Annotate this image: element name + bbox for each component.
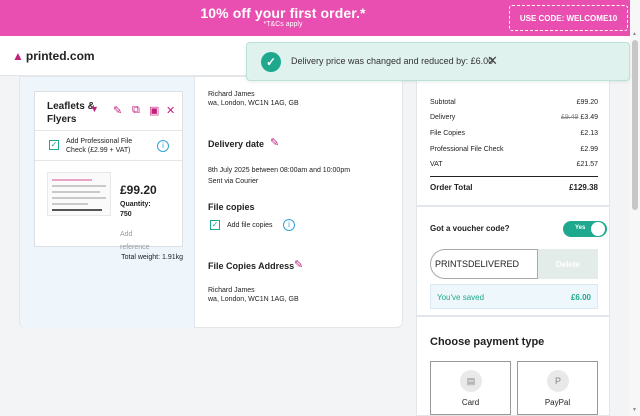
chevron-down-icon[interactable]: ▼: [90, 104, 99, 114]
info-icon[interactable]: i: [283, 219, 295, 231]
payment-option-paypal[interactable]: P PayPal: [517, 361, 598, 415]
summary-row: VAT £21.57: [430, 161, 598, 168]
summary-row: Delivery £9.49 £3.49: [430, 114, 598, 121]
divider: [35, 130, 182, 131]
check-circle-icon: ✓: [261, 52, 281, 72]
product-price: £99.20: [120, 183, 157, 197]
edit-delivery-date-icon[interactable]: ✎: [270, 136, 279, 149]
basket-items-column: Leaflets & Flyers ▼ ✎ ⧉ ▣ ✕ ✓ Add Profes…: [20, 77, 195, 328]
add-reference-link[interactable]: Add reference: [120, 228, 160, 254]
toggle-label: Yes: [575, 225, 586, 231]
savings-bar: You've saved £6.00: [430, 284, 598, 309]
page-scrollbar[interactable]: ▲ ▼: [630, 0, 640, 416]
promo-title: 10% off your first order.*: [200, 5, 366, 21]
recipient-address: wa, London, WC1N 1AG, GB: [208, 100, 299, 107]
card-icon: ▤: [460, 370, 482, 392]
quantity-label: Quantity:: [120, 201, 151, 208]
file-copies-address-heading: File Copies Address: [208, 261, 295, 271]
file-copies-checkbox[interactable]: ✓: [210, 220, 220, 230]
product-name: Leaflets & Flyers: [47, 101, 95, 125]
order-summary: Subtotal £99.20 Delivery £9.49 £3.49 File…: [416, 76, 610, 206]
scrollbar-thumb[interactable]: [632, 40, 638, 210]
file-copies-name: Richard James: [208, 287, 255, 294]
logo-text: printed.com: [25, 49, 95, 63]
payment-option-card[interactable]: ▤ Card: [430, 361, 511, 415]
divider: [430, 176, 598, 177]
payment-section: Choose payment type ▤ Card P PayPal: [416, 316, 610, 416]
save-icon[interactable]: ▣: [149, 104, 159, 117]
voucher-title: Got a voucher code?: [430, 224, 510, 233]
payment-option-label: PayPal: [544, 398, 571, 407]
logo-mark-icon: ▲: [12, 49, 24, 63]
saved-value: £6.00: [570, 293, 591, 302]
delete-product-icon[interactable]: ✕: [166, 104, 175, 117]
scroll-down-icon[interactable]: ▼: [632, 407, 637, 413]
delivery-price-toast: ✓ Delivery price was changed and reduced…: [246, 42, 630, 81]
promo-code-badge: USE CODE: WELCOME10: [509, 5, 628, 31]
edit-product-icon[interactable]: ✎: [113, 104, 122, 117]
voucher-toggle[interactable]: Yes: [563, 221, 607, 237]
saved-label: You've saved: [437, 293, 485, 302]
quantity-value: 750: [120, 211, 132, 218]
info-icon[interactable]: i: [157, 140, 169, 152]
basket-panel: Leaflets & Flyers ▼ ✎ ⧉ ▣ ✕ ✓ Add Profes…: [19, 76, 403, 328]
file-copies-address: wa, London, WC1N 1AG, GB: [208, 296, 299, 303]
summary-row: Professional File Check £2.99: [430, 146, 598, 153]
divider: [35, 160, 182, 161]
product-card: Leaflets & Flyers ▼ ✎ ⧉ ▣ ✕ ✓ Add Profes…: [34, 91, 183, 251]
order-total-row: Order Total £129.38: [430, 183, 598, 192]
duplicate-icon[interactable]: ⧉: [132, 104, 140, 117]
product-thumbnail: [47, 172, 111, 216]
pfc-label: Add Professional File Check (£2.99 + VAT…: [66, 138, 133, 154]
delivery-method: Sent via Courier: [208, 178, 259, 185]
promo-banner: 10% off your first order.* *T&Cs apply U…: [0, 0, 640, 36]
site-logo[interactable]: ▲ printed.com: [12, 49, 95, 63]
edit-file-copies-address-icon[interactable]: ✎: [294, 258, 303, 271]
summary-row: File Copies £2.13: [430, 130, 598, 137]
toast-close-icon[interactable]: ✕: [487, 53, 498, 69]
voucher-section: Got a voucher code? Yes PRINTSDELIVERED …: [416, 206, 610, 316]
total-weight: Total weight: 1.91kg: [121, 254, 183, 261]
pfc-checkbox[interactable]: ✓: [49, 140, 59, 150]
old-delivery-price: £9.49: [560, 114, 579, 121]
delivery-date-heading: Delivery date: [208, 139, 265, 149]
promo-terms-link[interactable]: *T&Cs apply: [0, 21, 566, 28]
voucher-code-input[interactable]: PRINTSDELIVERED: [430, 249, 538, 279]
scroll-up-icon[interactable]: ▲: [632, 31, 637, 37]
file-copies-heading: File copies: [208, 202, 255, 212]
payment-option-label: Card: [461, 398, 480, 407]
toggle-knob: [591, 222, 605, 236]
toast-message: Delivery price was changed and reduced b…: [291, 56, 494, 66]
add-file-copies-label: Add file copies: [227, 222, 273, 229]
payment-title: Choose payment type: [430, 336, 545, 348]
summary-row: Subtotal £99.20: [430, 99, 598, 106]
recipient-name: Richard James: [208, 91, 255, 98]
paypal-icon: P: [547, 370, 569, 392]
delete-voucher-button[interactable]: Delete: [538, 249, 598, 279]
delivery-date-text: 8th July 2025 between 08:00am and 10:00p…: [208, 167, 351, 174]
